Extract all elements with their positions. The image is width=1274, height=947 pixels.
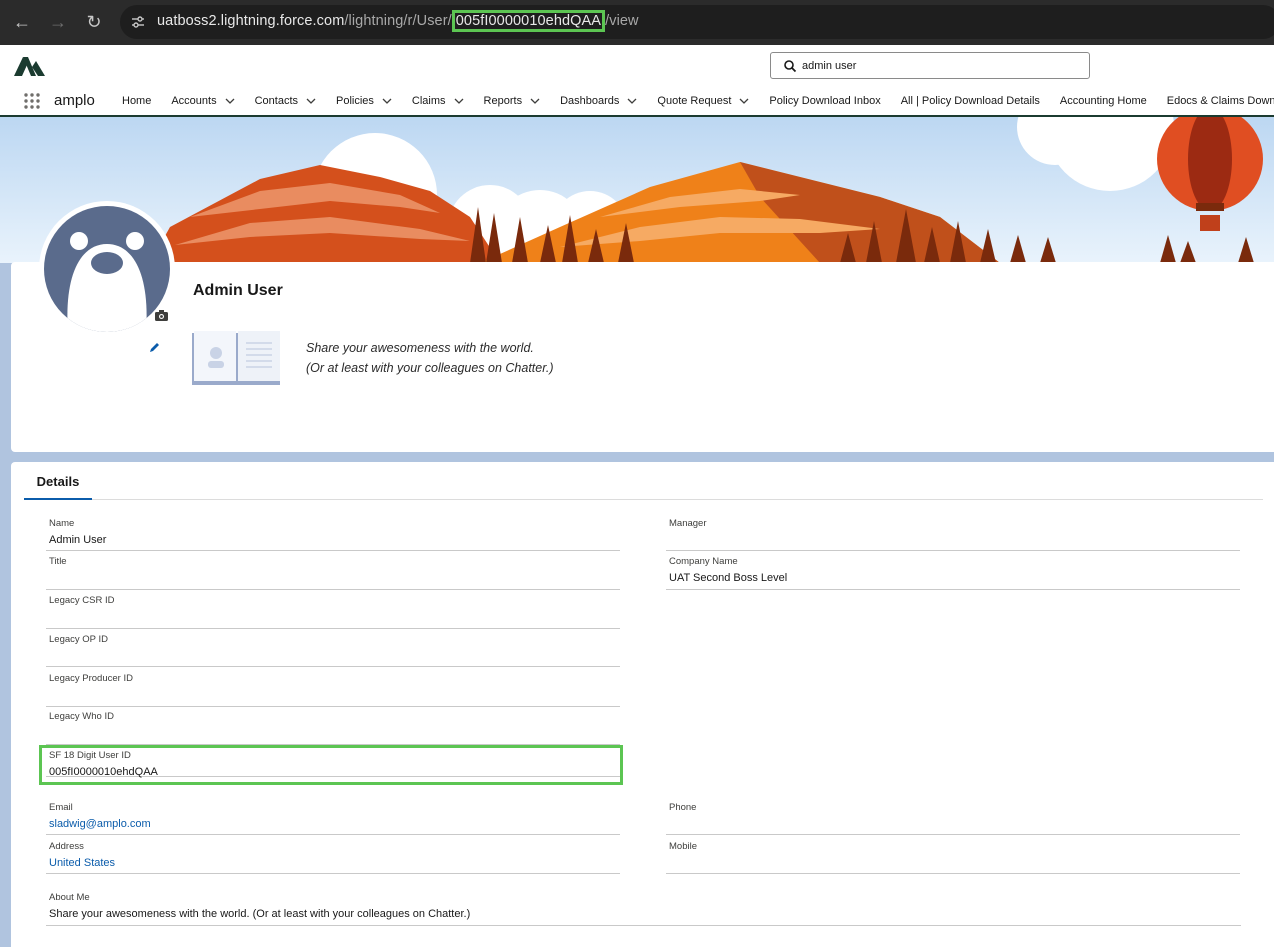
- camera-icon[interactable]: [155, 310, 168, 321]
- nav-item-claims[interactable]: Claims: [402, 90, 474, 112]
- field-mobile: Mobile: [666, 840, 1240, 874]
- chevron-down-icon[interactable]: [382, 98, 392, 104]
- search-input[interactable]: [802, 57, 1082, 75]
- nav-item-label: Accounting Home: [1059, 95, 1147, 107]
- field-legacy-producer-id: Legacy Producer ID: [46, 672, 620, 707]
- field-value[interactable]: United States: [49, 857, 115, 869]
- field-label: Email: [49, 802, 73, 813]
- field-label: About Me: [49, 892, 90, 903]
- nav-item-home[interactable]: Home: [112, 90, 161, 112]
- field-value: Share your awesomeness with the world. (…: [49, 908, 471, 920]
- field-name: Name Admin User: [46, 517, 620, 551]
- field-label: Manager: [669, 518, 707, 529]
- chevron-down-icon[interactable]: [306, 98, 316, 104]
- profile-banner: [0, 117, 1274, 263]
- browser-toolbar: ← → ↻ uatboss2.lightning.force.com/light…: [0, 0, 1274, 45]
- navigation-bar: Home Accounts Contacts Policies Claims Report…: [112, 90, 1274, 112]
- nav-item-label: Edocs & Claims Downl: [1166, 95, 1274, 107]
- field-label: Legacy Producer ID: [49, 673, 133, 684]
- field-phone: Phone: [666, 801, 1240, 835]
- banner-illustration: [150, 117, 1263, 263]
- nav-item-reports[interactable]: Reports: [474, 90, 551, 112]
- amplo-logo-icon[interactable]: [14, 55, 46, 77]
- nav-item-label: Quote Request: [657, 95, 732, 107]
- global-search[interactable]: [770, 52, 1090, 79]
- field-email: Email sladwig@amplo.com: [46, 801, 620, 835]
- field-company-name: Company Name UAT Second Boss Level: [666, 555, 1240, 590]
- nav-item-label: Dashboards: [560, 95, 620, 107]
- tab-details[interactable]: Details: [24, 470, 92, 500]
- field-label: Name: [49, 518, 75, 529]
- nav-item-label: All | Policy Download Details: [900, 95, 1040, 107]
- nav-item-all-policy-download-details[interactable]: All | Policy Download Details: [891, 90, 1050, 112]
- field-legacy-csr-id: Legacy CSR ID: [46, 594, 620, 629]
- field-value[interactable]: sladwig@amplo.com: [49, 818, 151, 830]
- nav-item-label: Reports: [483, 95, 523, 107]
- field-legacy-who-id: Legacy Who ID: [46, 710, 620, 745]
- nav-item-label: Contacts: [254, 95, 299, 107]
- chevron-down-icon[interactable]: [454, 98, 464, 104]
- url-text: uatboss2.lightning.force.com/lightning/r…: [157, 10, 639, 32]
- nav-item-label: Accounts: [171, 95, 217, 107]
- edit-pencil-icon[interactable]: [149, 341, 161, 353]
- nav-item-quote-request[interactable]: Quote Request: [647, 90, 759, 112]
- nav-item-edocs-claims-downl[interactable]: Edocs & Claims Downl: [1157, 90, 1274, 112]
- reload-icon[interactable]: ↻: [80, 8, 108, 36]
- app-name: amplo: [54, 92, 95, 109]
- chevron-down-icon[interactable]: [627, 98, 637, 104]
- field-value: UAT Second Boss Level: [669, 572, 788, 584]
- field-legacy-op-id: Legacy OP ID: [46, 633, 620, 667]
- nav-item-contacts[interactable]: Contacts: [245, 90, 326, 112]
- chevron-down-icon[interactable]: [530, 98, 540, 104]
- field-label: Title: [49, 556, 67, 567]
- share-text-line-2: (Or at least with your colleagues on Cha…: [306, 361, 554, 375]
- forward-arrow-icon[interactable]: →: [44, 8, 72, 36]
- share-text-line-1: Share your awesomeness with the world.: [306, 341, 534, 355]
- field-label: Mobile: [669, 841, 697, 852]
- chevron-down-icon[interactable]: [225, 98, 235, 104]
- nav-item-accounts[interactable]: Accounts: [161, 90, 244, 112]
- field-manager: Manager: [666, 517, 1240, 551]
- field-label: Phone: [669, 802, 697, 813]
- address-bar[interactable]: uatboss2.lightning.force.com/lightning/r…: [120, 5, 1274, 39]
- nav-item-label: Policies: [336, 95, 374, 107]
- chatter-book-icon: [192, 331, 280, 385]
- nav-item-dashboards[interactable]: Dashboards: [550, 90, 647, 112]
- url-host: uatboss2.lightning.force.com: [157, 13, 345, 29]
- site-settings-icon[interactable]: [130, 14, 146, 30]
- chevron-down-icon[interactable]: [739, 98, 749, 104]
- user-id-highlight-box: [39, 745, 623, 785]
- field-label: Company Name: [669, 556, 738, 567]
- field-label: Legacy Who ID: [49, 711, 114, 722]
- back-arrow-icon[interactable]: ←: [8, 8, 36, 36]
- search-icon: [784, 60, 797, 73]
- field-label: Legacy OP ID: [49, 634, 108, 645]
- field-about-me: About Me Share your awesomeness with the …: [46, 891, 1241, 926]
- url-path: /lightning/r/User/: [344, 13, 452, 29]
- profile-name: Admin User: [193, 282, 283, 299]
- global-header: amplo Home Accounts Contacts Policies Claims…: [0, 45, 1274, 117]
- nav-item-label: Claims: [411, 95, 446, 107]
- app-launcher-icon[interactable]: [24, 93, 40, 109]
- field-address: Address United States: [46, 840, 620, 874]
- nav-item-label: Policy Download Inbox: [769, 95, 881, 107]
- nav-item-policies[interactable]: Policies: [326, 90, 402, 112]
- nav-item-policy-download-inbox[interactable]: Policy Download Inbox: [759, 90, 890, 112]
- nav-item-accounting-home[interactable]: Accounting Home: [1050, 90, 1157, 112]
- nav-item-label: Home: [122, 95, 152, 107]
- url-user-id-highlight: 005fI0000010ehdQAA: [451, 10, 606, 32]
- field-label: Legacy CSR ID: [49, 595, 115, 606]
- field-label: Address: [49, 841, 84, 852]
- tab-bar: Details: [24, 470, 1263, 500]
- field-title: Title: [46, 555, 620, 590]
- url-suffix: /view: [605, 13, 639, 29]
- field-value: Admin User: [49, 534, 107, 546]
- default-avatar-icon: [67, 232, 147, 332]
